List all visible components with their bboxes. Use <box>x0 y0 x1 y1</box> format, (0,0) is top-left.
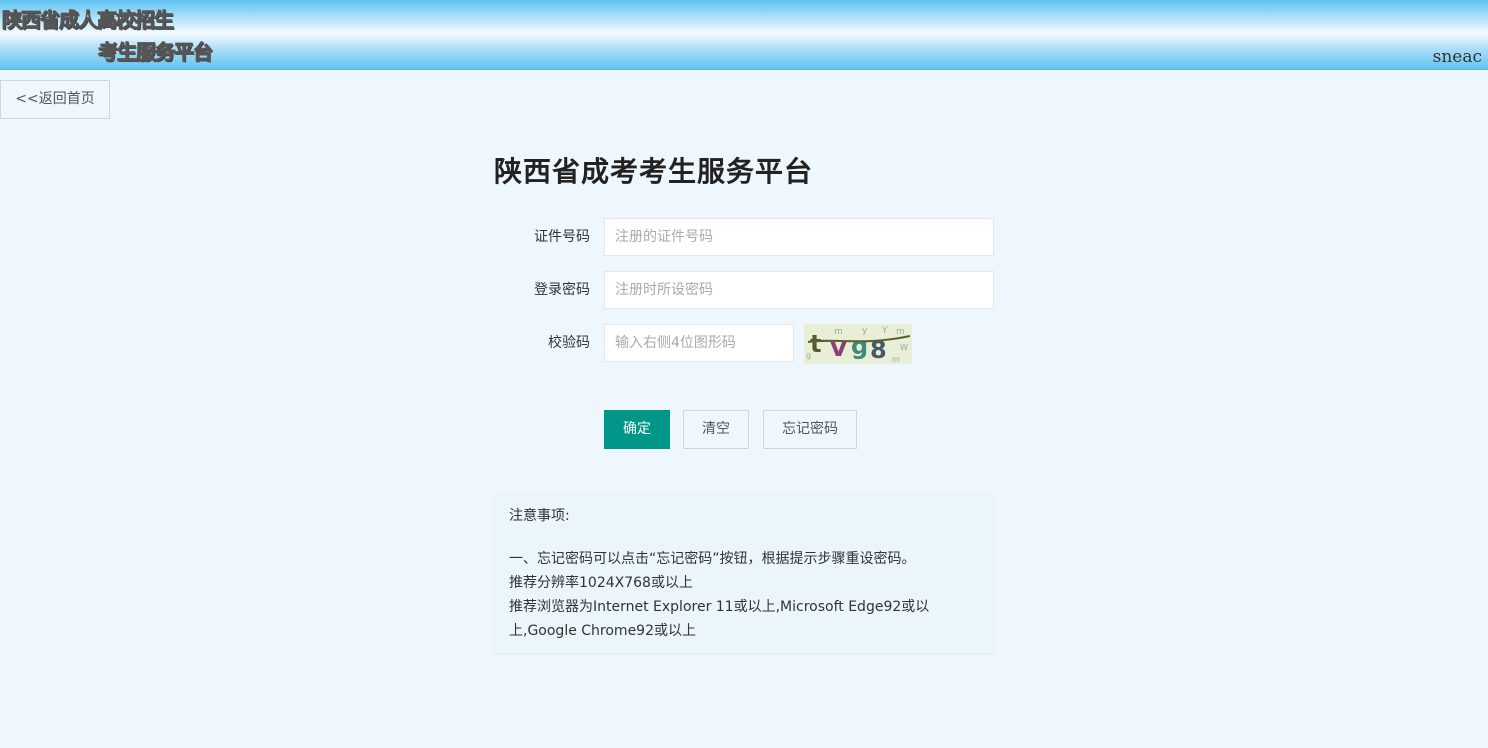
notice-line: 推荐浏览器为Internet Explorer 11或以上,Microsoft … <box>509 599 930 639</box>
svg-text:g: g <box>851 332 868 360</box>
captcha-label: 校验码 <box>548 335 590 351</box>
confirm-button[interactable]: 确定 <box>604 410 670 449</box>
captcha-input[interactable] <box>604 324 794 362</box>
svg-text:m: m <box>892 355 900 364</box>
back-home-button[interactable]: <<返回首页 <box>0 80 110 119</box>
site-logo: 陕西省成人高校招生 考生服务平台 <box>2 8 214 65</box>
header-banner: 陕西省成人高校招生 考生服务平台 sneac <box>0 0 1488 70</box>
logo-line-1: 陕西省成人高校招生 <box>2 8 175 33</box>
notice-title: 注意事项: <box>509 508 570 524</box>
svg-text:m: m <box>896 327 905 337</box>
header-site-code: sneac <box>1432 47 1482 67</box>
notice-panel: 注意事项: 一、忘记密码可以点击“忘记密码”按钮，根据提示步骤重设密码。 推荐分… <box>494 493 994 653</box>
svg-text:Y: Y <box>881 326 888 336</box>
logo-line-2: 考生服务平台 <box>98 40 214 65</box>
notice-line: 推荐分辨率1024X768或以上 <box>509 575 693 591</box>
forgot-password-button[interactable]: 忘记密码 <box>763 410 857 449</box>
notice-body: 一、忘记密码可以点击“忘记密码”按钮，根据提示步骤重设密码。 推荐分辨率1024… <box>509 547 979 643</box>
id-number-label: 证件号码 <box>534 229 590 245</box>
password-label: 登录密码 <box>534 282 590 298</box>
notice-line: 一、忘记密码可以点击“忘记密码”按钮，根据提示步骤重设密码。 <box>509 551 916 567</box>
password-input[interactable] <box>604 271 994 309</box>
id-number-input[interactable] <box>604 218 994 256</box>
svg-text:v: v <box>830 333 847 363</box>
clear-button[interactable]: 清空 <box>683 410 749 449</box>
captcha-image[interactable]: m y Y m g W m t v g 8 <box>804 324 912 364</box>
svg-text:t: t <box>810 330 821 358</box>
svg-text:W: W <box>900 343 908 352</box>
page-title: 陕西省成考考生服务平台 <box>494 155 814 188</box>
